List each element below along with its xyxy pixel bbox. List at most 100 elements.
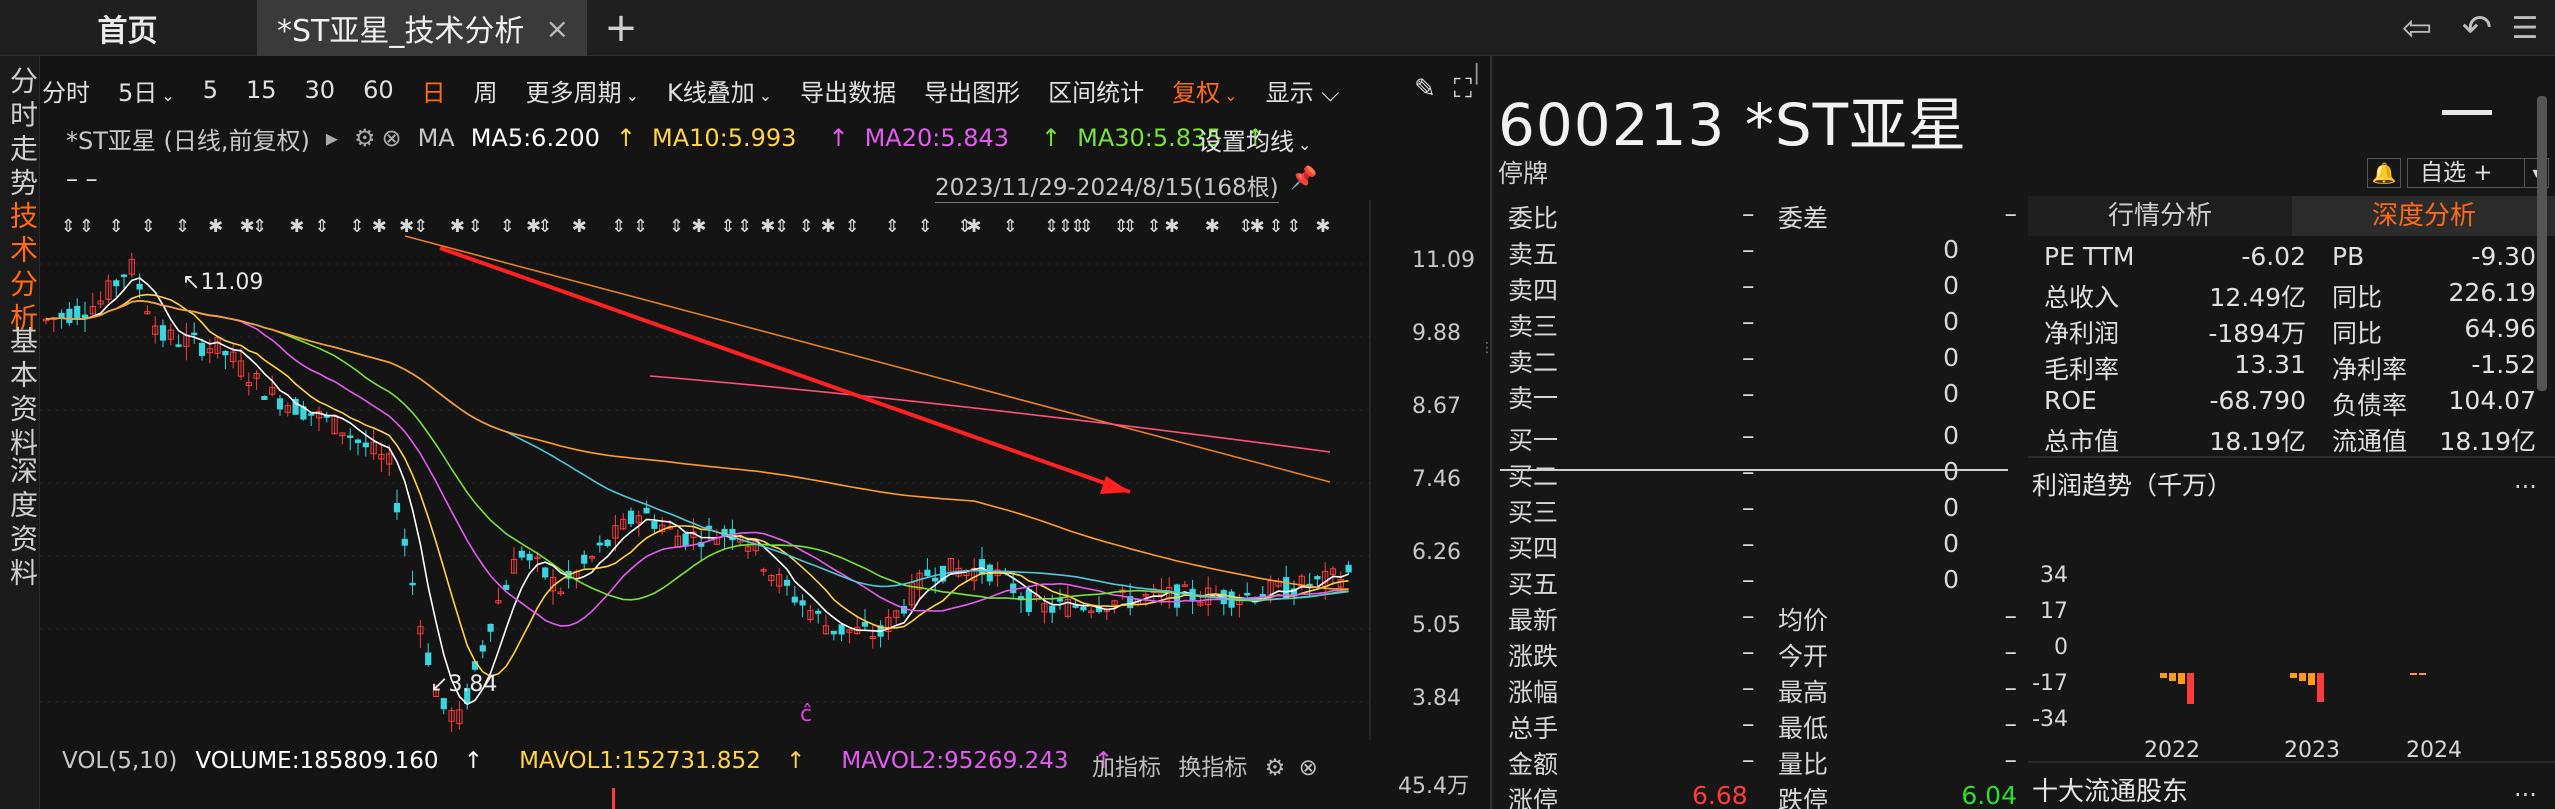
tb-5min[interactable]: 5 — [203, 76, 218, 104]
tb-display[interactable]: 显示 ⌵ — [1266, 73, 1340, 108]
close-circle-icon[interactable]: ⊗ — [381, 124, 401, 152]
candle-body — [604, 539, 611, 547]
candle-body — [440, 698, 447, 710]
event-marker-icon[interactable]: ĉ — [800, 702, 812, 727]
close-icon[interactable]: × — [546, 12, 569, 45]
chevron-down-icon: ⌄ — [625, 85, 640, 105]
tb-daily[interactable]: 日 — [422, 73, 446, 108]
panel-toggle-icon[interactable]: ▏ — [1476, 64, 1490, 94]
candle-body — [354, 439, 362, 443]
tab-deep-analysis[interactable]: 深度分析 — [2292, 196, 2555, 236]
close-circle-icon[interactable]: ⊗ — [1299, 755, 1318, 781]
splitter-handle[interactable]: ⋮ — [1480, 340, 1494, 370]
tab-quote-analysis[interactable]: 行情分析 — [2028, 196, 2292, 236]
left-vertical-nav: 分时走势 技术分析 基本资料 深度资料 — [0, 56, 40, 809]
kline-chart[interactable]: ⇕ ⇕ ⇕ ⇕ ⇕ ✱ ✱ ⇕ ✱ ⇕ ⇕ ✱ ✱ ⇕ ✱ ⇕ ⇕ ✱ ⇕ ✱ ⇕ ⇕ ⇕ ✱ ⇕ ⇕ ✱ ⇕ ⇕ ✱ ⇕ ⇕ ⇕ ⇕ ✱ ⇕ ⇕ ⇕ ⇕ ⇕… — [40, 200, 1480, 740]
fund-value: 13.31 — [2234, 350, 2306, 379]
tb-adjust[interactable]: 复权 ⌄ — [1172, 73, 1237, 108]
more-icon[interactable]: ... — [2514, 466, 2537, 494]
chevron-down-icon: ⌄ — [161, 85, 175, 105]
tb-export-data[interactable]: 导出数据 — [800, 73, 896, 108]
y-tick: 9.88 — [1412, 321, 1461, 346]
caret-right-icon[interactable]: ▸ — [326, 124, 338, 152]
fullscreen-icon[interactable]: ⛶ — [1454, 74, 1472, 105]
pin-icon[interactable]: 📌 — [1290, 166, 1317, 191]
tb-60min[interactable]: 60 — [363, 76, 394, 104]
ma20-text: MA20:5.843 — [864, 124, 1010, 152]
signal-marker: ⇕ — [79, 216, 94, 237]
candle-body — [1025, 589, 1032, 613]
tb-30min[interactable]: 30 — [305, 76, 336, 104]
back-icon[interactable]: ⇦ — [2392, 0, 2442, 56]
tb-intraday[interactable]: 分时 — [42, 73, 90, 108]
tb-15min[interactable]: 15 — [246, 76, 277, 104]
candle-body — [978, 559, 986, 575]
tb-weekly[interactable]: 周 — [474, 73, 498, 108]
tb-5day[interactable]: 5日 ⌄ — [118, 73, 175, 108]
low-value: 3.84 — [448, 672, 498, 697]
bell-icon[interactable]: 🔔 — [2367, 158, 2401, 188]
candle-body — [1314, 576, 1321, 580]
candle-body — [682, 533, 689, 547]
profit-year-label: 2023 — [2284, 738, 2340, 763]
quote-panel: 600213 *ST亚星 停牌 🔔 自选 + ▾ 委比–委差–卖五–0卖四–0卖… — [1490, 56, 2555, 809]
signal-marker: ✱ — [208, 216, 223, 237]
ob-value: – — [2004, 601, 2018, 630]
ma20-value: ↑ MA20:5.843 — [828, 124, 1025, 152]
fundamentals-grid: PE TTM -6.02 PB -9.30 总收入 12.49亿 同比 226.19 净利润 -1… — [2038, 240, 2538, 456]
toolbar-icons: ✎ ⛶ — [1414, 74, 1472, 105]
nav-deep-info[interactable]: 深度资料 — [0, 456, 40, 592]
gear-icon[interactable]: ⚙ — [1265, 755, 1286, 781]
candle-body — [66, 308, 73, 324]
undo-icon[interactable]: ↶ — [2452, 0, 2502, 56]
signal-marker: ✱ — [760, 216, 775, 237]
ob-label: 最高 — [1778, 678, 1829, 707]
add-watchlist-button[interactable]: 自选 + ▾ — [2407, 158, 2549, 188]
indicator-name[interactable]: *ST亚星 (日线,前复权) — [66, 121, 310, 156]
fund-value: -68.790 — [2209, 386, 2307, 415]
arrow-icon: ↙ — [430, 672, 449, 697]
ob-value: – — [1742, 343, 1755, 372]
ob-label: 卖三 — [1508, 312, 1559, 341]
arrow-icon: ↖ — [182, 270, 201, 295]
brush-icon[interactable]: ✎ — [1414, 74, 1436, 105]
candle-body — [815, 610, 822, 614]
switch-indicator-button[interactable]: 换指标 — [1178, 755, 1247, 781]
date-range-label[interactable]: 2023/11/29-2024/8/15(168根) — [935, 168, 1279, 203]
nav-basic-info[interactable]: 基本资料 — [0, 326, 40, 462]
nav-intraday[interactable]: 分时走势 — [0, 66, 40, 202]
tb-export-image[interactable]: 导出图形 — [924, 73, 1020, 108]
tab-home[interactable]: 首页 — [0, 0, 255, 56]
fund-label: 流通值 — [2332, 427, 2408, 456]
nav-technical[interactable]: 技术分析 — [0, 201, 40, 337]
profit-year-label: 2024 — [2406, 738, 2462, 763]
ob-value: – — [1742, 709, 1755, 738]
tab-stock-analysis[interactable]: *ST亚星_技术分析 × — [257, 0, 587, 56]
more-icon[interactable]: ... — [2514, 774, 2537, 802]
tb-more-periods[interactable]: 更多周期 ⌄ — [526, 73, 639, 108]
gear-icon[interactable]: ⚙ — [354, 124, 376, 152]
signal-marker: ⇕ — [537, 216, 552, 237]
tb-5day-label: 5日 — [118, 78, 158, 107]
scrollbar[interactable] — [2537, 96, 2547, 391]
set-ma-button[interactable]: 设置均线 ⌄ — [1198, 122, 1311, 157]
add-tab-icon[interactable]: + — [598, 0, 644, 56]
signal-marker: ✱ — [691, 216, 706, 237]
order-book-row: 买四 – 0 — [1502, 526, 2017, 563]
ob-label: 均价 — [1778, 606, 1829, 635]
up-arrow-icon: ↑ — [786, 748, 806, 774]
add-indicator-button[interactable]: 加指标 — [1092, 755, 1161, 781]
fund-value: -9.30 — [2471, 242, 2536, 271]
mavol1-text: MAVOL1:152731.852 — [519, 748, 761, 774]
ob-value: – — [1742, 529, 1755, 558]
signal-marker: ⇕ — [314, 216, 329, 237]
candle-body — [393, 502, 401, 513]
ob-label: 卖四 — [1508, 276, 1559, 305]
menu-icon[interactable]: ☰ — [2500, 0, 2550, 56]
profit-y-tick: 0 — [2054, 635, 2068, 660]
signal-marker: ⇕ — [669, 216, 684, 237]
up-arrow-icon: ↑ — [1041, 124, 1062, 152]
tb-kline-overlay[interactable]: K线叠加 ⌄ — [667, 73, 772, 108]
tb-range-stats[interactable]: 区间统计 — [1048, 73, 1144, 108]
minimize-icon[interactable] — [2442, 110, 2492, 115]
